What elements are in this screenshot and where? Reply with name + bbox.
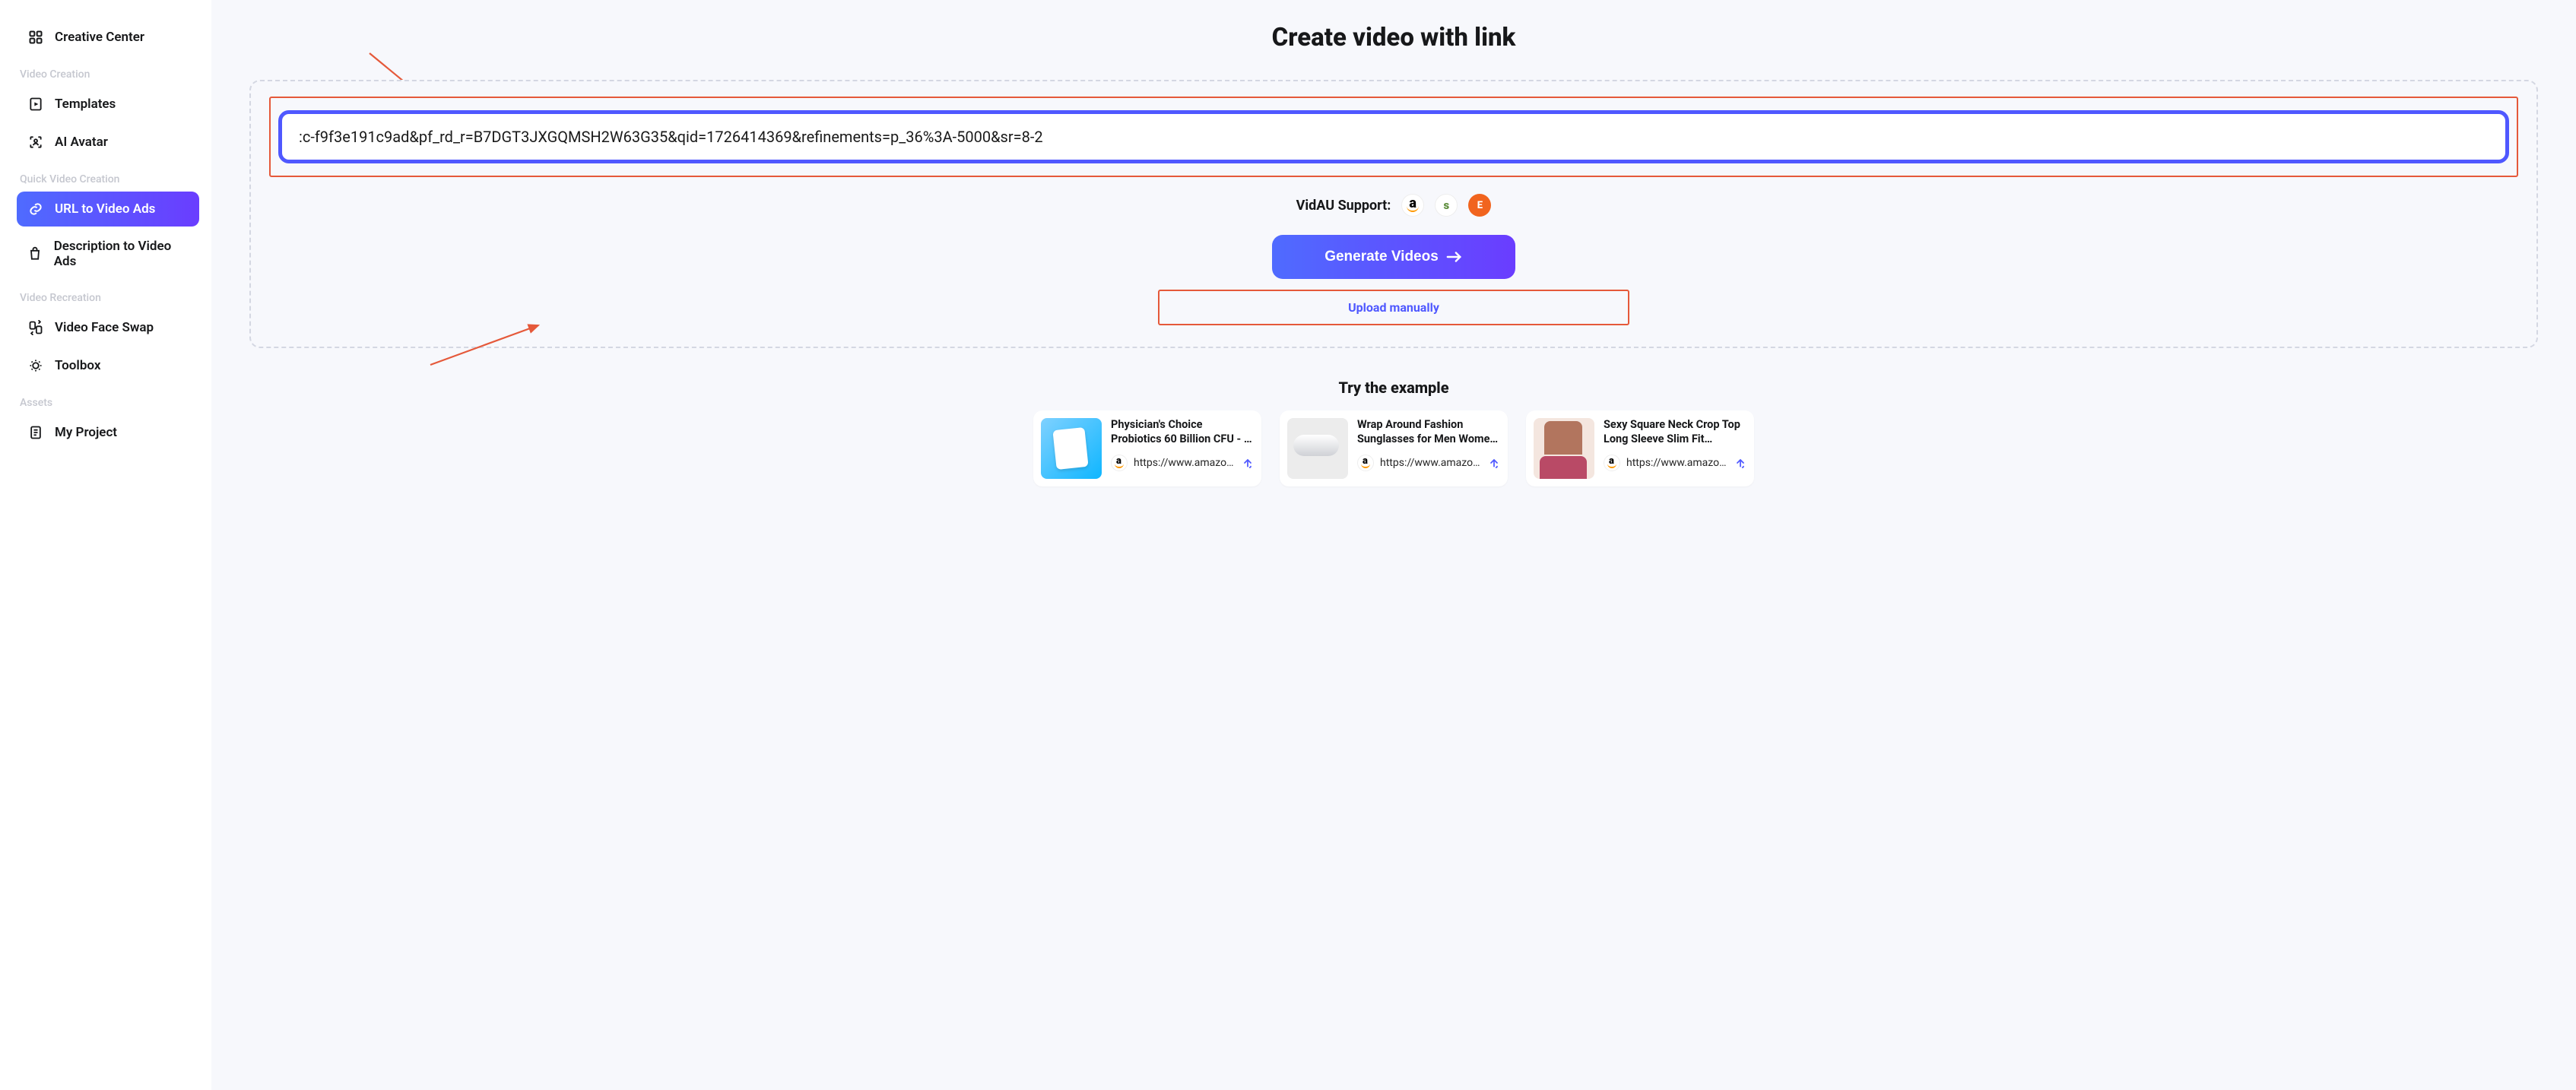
generate-button-label: Generate Videos xyxy=(1324,249,1439,265)
sidebar-item-description-to-video[interactable]: Description to Video Ads xyxy=(17,230,199,278)
example-body: Wrap Around Fashion Sunglasses for Men W… xyxy=(1357,418,1500,471)
sidebar-item-creative-center[interactable]: Creative Center xyxy=(17,20,199,55)
example-thumbnail xyxy=(1041,418,1102,479)
open-link-icon[interactable] xyxy=(1734,457,1746,469)
upload-manually-link[interactable]: Upload manually xyxy=(1348,300,1439,315)
templates-icon xyxy=(27,96,44,112)
open-link-icon[interactable] xyxy=(1242,457,1254,469)
examples-title: Try the example xyxy=(249,379,2538,397)
amazon-icon xyxy=(1111,455,1128,471)
document-icon xyxy=(27,424,44,441)
sidebar-section-label: Video Creation xyxy=(17,58,199,87)
sidebar-item-templates[interactable]: Templates xyxy=(17,87,199,122)
lightbulb-icon xyxy=(27,357,44,374)
example-title: Physician's Choice Probiotics 60 Billion… xyxy=(1111,418,1254,447)
annotation-highlight-upload: Upload manually xyxy=(1158,290,1629,325)
open-link-icon[interactable] xyxy=(1488,457,1500,469)
sidebar-item-label: Description to Video Ads xyxy=(54,239,189,269)
sidebar-item-label: Templates xyxy=(55,97,116,112)
example-url: https://www.amazo… xyxy=(1626,457,1728,469)
face-swap-icon xyxy=(27,319,44,336)
main-content: Create video with link VidAU Support: Ge… xyxy=(211,0,2576,1090)
example-card[interactable]: Physician's Choice Probiotics 60 Billion… xyxy=(1033,410,1261,486)
sidebar-item-label: Creative Center xyxy=(55,30,144,45)
sidebar-item-url-to-video[interactable]: URL to Video Ads xyxy=(17,192,199,227)
amazon-icon xyxy=(1357,455,1374,471)
example-thumbnail xyxy=(1287,418,1348,479)
sidebar-section-label: Assets xyxy=(17,386,199,415)
generate-button[interactable]: Generate Videos xyxy=(1272,235,1515,279)
sidebar-section-label: Video Recreation xyxy=(17,281,199,310)
annotation-highlight-input xyxy=(269,97,2518,177)
support-row: VidAU Support: xyxy=(269,194,2518,217)
sidebar-item-my-project[interactable]: My Project xyxy=(17,415,199,450)
example-card[interactable]: Wrap Around Fashion Sunglasses for Men W… xyxy=(1280,410,1508,486)
link-icon xyxy=(27,201,44,217)
example-body: Sexy Square Neck Crop Top Long Sleeve Sl… xyxy=(1604,418,1746,471)
example-thumbnail xyxy=(1534,418,1594,479)
url-input[interactable] xyxy=(278,110,2509,163)
sidebar-item-label: URL to Video Ads xyxy=(55,201,155,217)
example-url: https://www.amazo… xyxy=(1380,457,1482,469)
sidebar-item-label: Toolbox xyxy=(55,358,100,373)
amazon-icon xyxy=(1401,194,1424,217)
page-title: Create video with link xyxy=(249,23,2538,52)
sidebar: Creative Center Video Creation Templates… xyxy=(0,0,211,1090)
examples-row: Physician's Choice Probiotics 60 Billion… xyxy=(249,410,2538,486)
sidebar-item-ai-avatar[interactable]: AI Avatar xyxy=(17,125,199,160)
sidebar-section-label: Quick Video Creation xyxy=(17,163,199,192)
sidebar-item-toolbox[interactable]: Toolbox xyxy=(17,348,199,383)
grid-icon xyxy=(27,29,44,46)
example-title: Sexy Square Neck Crop Top Long Sleeve Sl… xyxy=(1604,418,1746,447)
example-title: Wrap Around Fashion Sunglasses for Men W… xyxy=(1357,418,1500,447)
example-body: Physician's Choice Probiotics 60 Billion… xyxy=(1111,418,1254,471)
sidebar-item-label: My Project xyxy=(55,425,117,440)
shopify-icon xyxy=(1435,194,1458,217)
sidebar-item-label: Video Face Swap xyxy=(55,320,154,335)
sidebar-item-face-swap[interactable]: Video Face Swap xyxy=(17,310,199,345)
sidebar-item-label: AI Avatar xyxy=(55,135,108,150)
url-panel: VidAU Support: Generate Videos Upload ma… xyxy=(249,80,2538,348)
support-label: VidAU Support: xyxy=(1296,198,1391,214)
bag-icon xyxy=(27,246,43,262)
avatar-scan-icon xyxy=(27,134,44,151)
arrow-right-icon xyxy=(1446,251,1463,263)
etsy-icon xyxy=(1468,194,1491,217)
amazon-icon xyxy=(1604,455,1620,471)
example-url: https://www.amazo… xyxy=(1134,457,1236,469)
example-card[interactable]: Sexy Square Neck Crop Top Long Sleeve Sl… xyxy=(1526,410,1754,486)
